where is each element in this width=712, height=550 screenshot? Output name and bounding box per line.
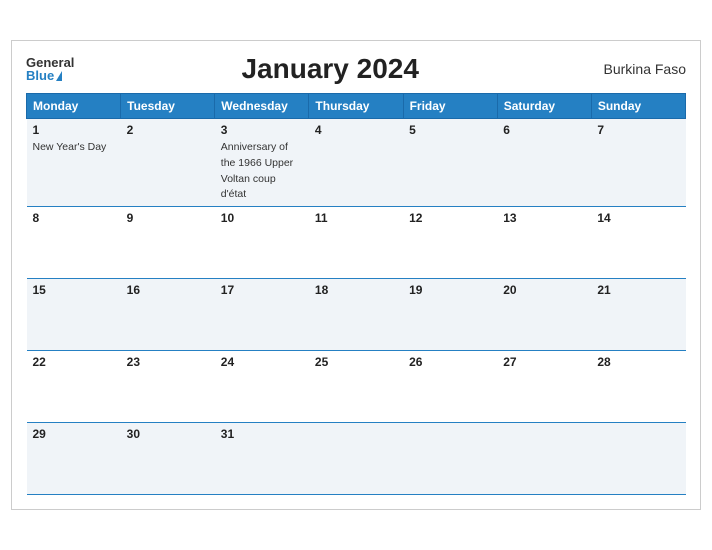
calendar-week-row: 89 10 11 12 13 14 — [27, 206, 686, 278]
day-number: 22 — [33, 355, 115, 369]
day-number: 24 — [221, 355, 303, 369]
day-number: 1 — [33, 123, 115, 137]
calendar-cell: 17 — [215, 278, 309, 350]
day-number: 6 — [503, 123, 585, 137]
day-number: 12 — [409, 211, 491, 225]
weekday-header-friday: Friday — [403, 94, 497, 119]
calendar-cell: 4 — [309, 119, 403, 207]
logo: General Blue — [26, 56, 74, 82]
calendar-cell: 1 New Year's Day — [27, 119, 121, 207]
calendar-cell: 24 — [215, 350, 309, 422]
logo-triangle-icon — [56, 71, 62, 81]
event-label: New Year's Day — [33, 141, 107, 153]
calendar-cell: 18 — [309, 278, 403, 350]
calendar-cell: 6 — [497, 119, 591, 207]
day-number: 5 — [409, 123, 491, 137]
day-number: 31 — [221, 427, 303, 441]
day-number: 3 — [221, 123, 303, 137]
day-number: 7 — [597, 123, 679, 137]
calendar-cell — [309, 422, 403, 494]
day-number: 21 — [597, 283, 679, 297]
calendar-cell: 19 — [403, 278, 497, 350]
calendar-cell: 7 — [591, 119, 685, 207]
calendar-cell — [497, 422, 591, 494]
logo-blue-text: Blue — [26, 69, 54, 82]
calendar-cell: 13 — [497, 206, 591, 278]
calendar-week-row: 1 New Year's Day 23 Anniversary of the 1966… — [27, 119, 686, 207]
calendar-cell: 20 — [497, 278, 591, 350]
calendar-cell — [591, 422, 685, 494]
weekday-header-thursday: Thursday — [309, 94, 403, 119]
day-number: 19 — [409, 283, 491, 297]
day-number: 30 — [127, 427, 209, 441]
day-number: 28 — [597, 355, 679, 369]
event-label: Anniversary of the 1966 Upper Voltan cou… — [221, 141, 293, 200]
calendar-week-row: 29 30 31 — [27, 422, 686, 494]
weekday-header-row: MondayTuesdayWednesdayThursdayFridaySatu… — [27, 94, 686, 119]
weekday-header-wednesday: Wednesday — [215, 94, 309, 119]
calendar-cell: 16 — [121, 278, 215, 350]
day-number: 8 — [33, 211, 115, 225]
calendar-cell: 27 — [497, 350, 591, 422]
calendar-header: General Blue January 2024 Burkina Faso — [26, 53, 686, 85]
weekday-header-sunday: Sunday — [591, 94, 685, 119]
calendar-cell: 9 — [121, 206, 215, 278]
calendar-cell: 11 — [309, 206, 403, 278]
calendar-cell: 30 — [121, 422, 215, 494]
calendar-cell: 15 — [27, 278, 121, 350]
day-number: 13 — [503, 211, 585, 225]
calendar-cell: 8 — [27, 206, 121, 278]
calendar-cell: 31 — [215, 422, 309, 494]
day-number: 10 — [221, 211, 303, 225]
day-number: 16 — [127, 283, 209, 297]
day-number: 4 — [315, 123, 397, 137]
calendar-cell — [403, 422, 497, 494]
calendar-cell: 22 — [27, 350, 121, 422]
day-number: 9 — [127, 211, 209, 225]
day-number: 14 — [597, 211, 679, 225]
calendar-cell: 26 — [403, 350, 497, 422]
calendar-week-row: 22 23 24 25 26 27 28 — [27, 350, 686, 422]
day-number: 20 — [503, 283, 585, 297]
calendar-cell: 21 — [591, 278, 685, 350]
day-number: 23 — [127, 355, 209, 369]
calendar-cell: 14 — [591, 206, 685, 278]
calendar-cell: 28 — [591, 350, 685, 422]
weekday-header-tuesday: Tuesday — [121, 94, 215, 119]
day-number: 15 — [33, 283, 115, 297]
calendar-cell: 2 — [121, 119, 215, 207]
calendar-table: MondayTuesdayWednesdayThursdayFridaySatu… — [26, 93, 686, 495]
day-number: 26 — [409, 355, 491, 369]
calendar-cell: 10 — [215, 206, 309, 278]
country-name: Burkina Faso — [586, 61, 686, 77]
calendar-cell: 29 — [27, 422, 121, 494]
day-number: 2 — [127, 123, 209, 137]
calendar-cell: 12 — [403, 206, 497, 278]
calendar-container: General Blue January 2024 Burkina Faso M… — [11, 40, 701, 510]
calendar-cell: 25 — [309, 350, 403, 422]
day-number: 25 — [315, 355, 397, 369]
day-number: 18 — [315, 283, 397, 297]
day-number: 29 — [33, 427, 115, 441]
month-title: January 2024 — [74, 53, 586, 85]
weekday-header-monday: Monday — [27, 94, 121, 119]
day-number: 11 — [315, 211, 397, 225]
day-number: 17 — [221, 283, 303, 297]
day-number: 27 — [503, 355, 585, 369]
calendar-week-row: 15 16 17 18 19 20 21 — [27, 278, 686, 350]
weekday-header-saturday: Saturday — [497, 94, 591, 119]
calendar-cell: 23 — [121, 350, 215, 422]
calendar-cell: 5 — [403, 119, 497, 207]
calendar-cell: 3 Anniversary of the 1966 Upper Voltan co… — [215, 119, 309, 207]
